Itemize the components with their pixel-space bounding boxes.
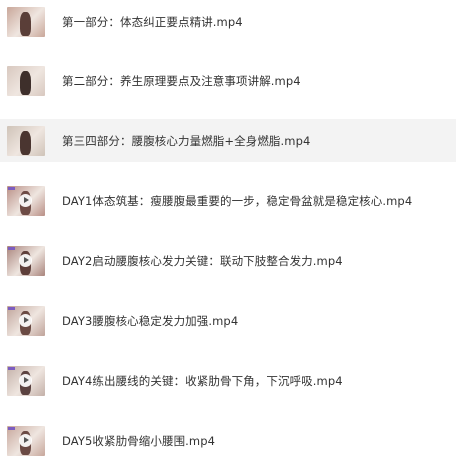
thumbnail-tag xyxy=(8,246,15,250)
file-name: DAY5收紧肋骨缩小腰围.mp4 xyxy=(62,433,216,448)
video-thumbnail xyxy=(7,245,45,276)
thumbnail-tag xyxy=(8,306,15,310)
play-icon xyxy=(19,193,32,207)
thumbnail-tag xyxy=(8,186,15,190)
file-row[interactable]: 第二部分：养生原理要点及注意事项讲解.mp4 xyxy=(0,59,456,102)
file-row[interactable]: 第三四部分：腰腹核心力量燃脂+全身燃脂.mp4 xyxy=(0,119,456,162)
play-icon xyxy=(19,313,32,327)
file-row[interactable]: 第一部分：体态纠正要点精讲.mp4 xyxy=(0,0,456,43)
video-thumbnail xyxy=(7,365,45,396)
file-row[interactable]: DAY5收紧肋骨缩小腰围.mp4 xyxy=(0,419,456,462)
file-row[interactable]: DAY2启动腰腹核心发力关键：联动下肢整合发力.mp4 xyxy=(0,239,456,282)
thumbnail-person xyxy=(20,130,31,155)
video-thumbnail xyxy=(7,305,45,336)
file-name: DAY1体态筑基：瘦腰腹最重要的一步，稳定骨盆就是稳定核心.mp4 xyxy=(62,193,413,208)
file-row[interactable]: DAY1体态筑基：瘦腰腹最重要的一步，稳定骨盆就是稳定核心.mp4 xyxy=(0,179,456,222)
video-thumbnail xyxy=(7,125,45,156)
file-row[interactable]: DAY4练出腰线的关键：收紧肋骨下角，下沉呼吸.mp4 xyxy=(0,359,456,402)
file-list: 第一部分：体态纠正要点精讲.mp4 第二部分：养生原理要点及注意事项讲解.mp4… xyxy=(0,0,456,458)
play-icon xyxy=(19,253,32,267)
video-thumbnail xyxy=(7,65,45,96)
file-row[interactable]: DAY3腰腹核心稳定发力加强.mp4 xyxy=(0,299,456,342)
video-thumbnail xyxy=(7,425,45,456)
file-name: 第二部分：养生原理要点及注意事项讲解.mp4 xyxy=(62,73,301,88)
thumbnail-person xyxy=(20,70,31,95)
file-name: DAY2启动腰腹核心发力关键：联动下肢整合发力.mp4 xyxy=(62,253,343,268)
file-name: 第一部分：体态纠正要点精讲.mp4 xyxy=(62,14,243,29)
thumbnail-tag xyxy=(8,366,15,370)
file-name: DAY4练出腰线的关键：收紧肋骨下角，下沉呼吸.mp4 xyxy=(62,373,343,388)
video-thumbnail xyxy=(7,185,45,216)
file-name: DAY3腰腹核心稳定发力加强.mp4 xyxy=(62,313,239,328)
play-icon xyxy=(19,433,32,447)
play-icon xyxy=(19,373,32,387)
thumbnail-tag xyxy=(8,426,15,430)
video-thumbnail xyxy=(7,6,45,37)
file-name: 第三四部分：腰腹核心力量燃脂+全身燃脂.mp4 xyxy=(62,133,311,148)
thumbnail-person xyxy=(20,11,31,36)
